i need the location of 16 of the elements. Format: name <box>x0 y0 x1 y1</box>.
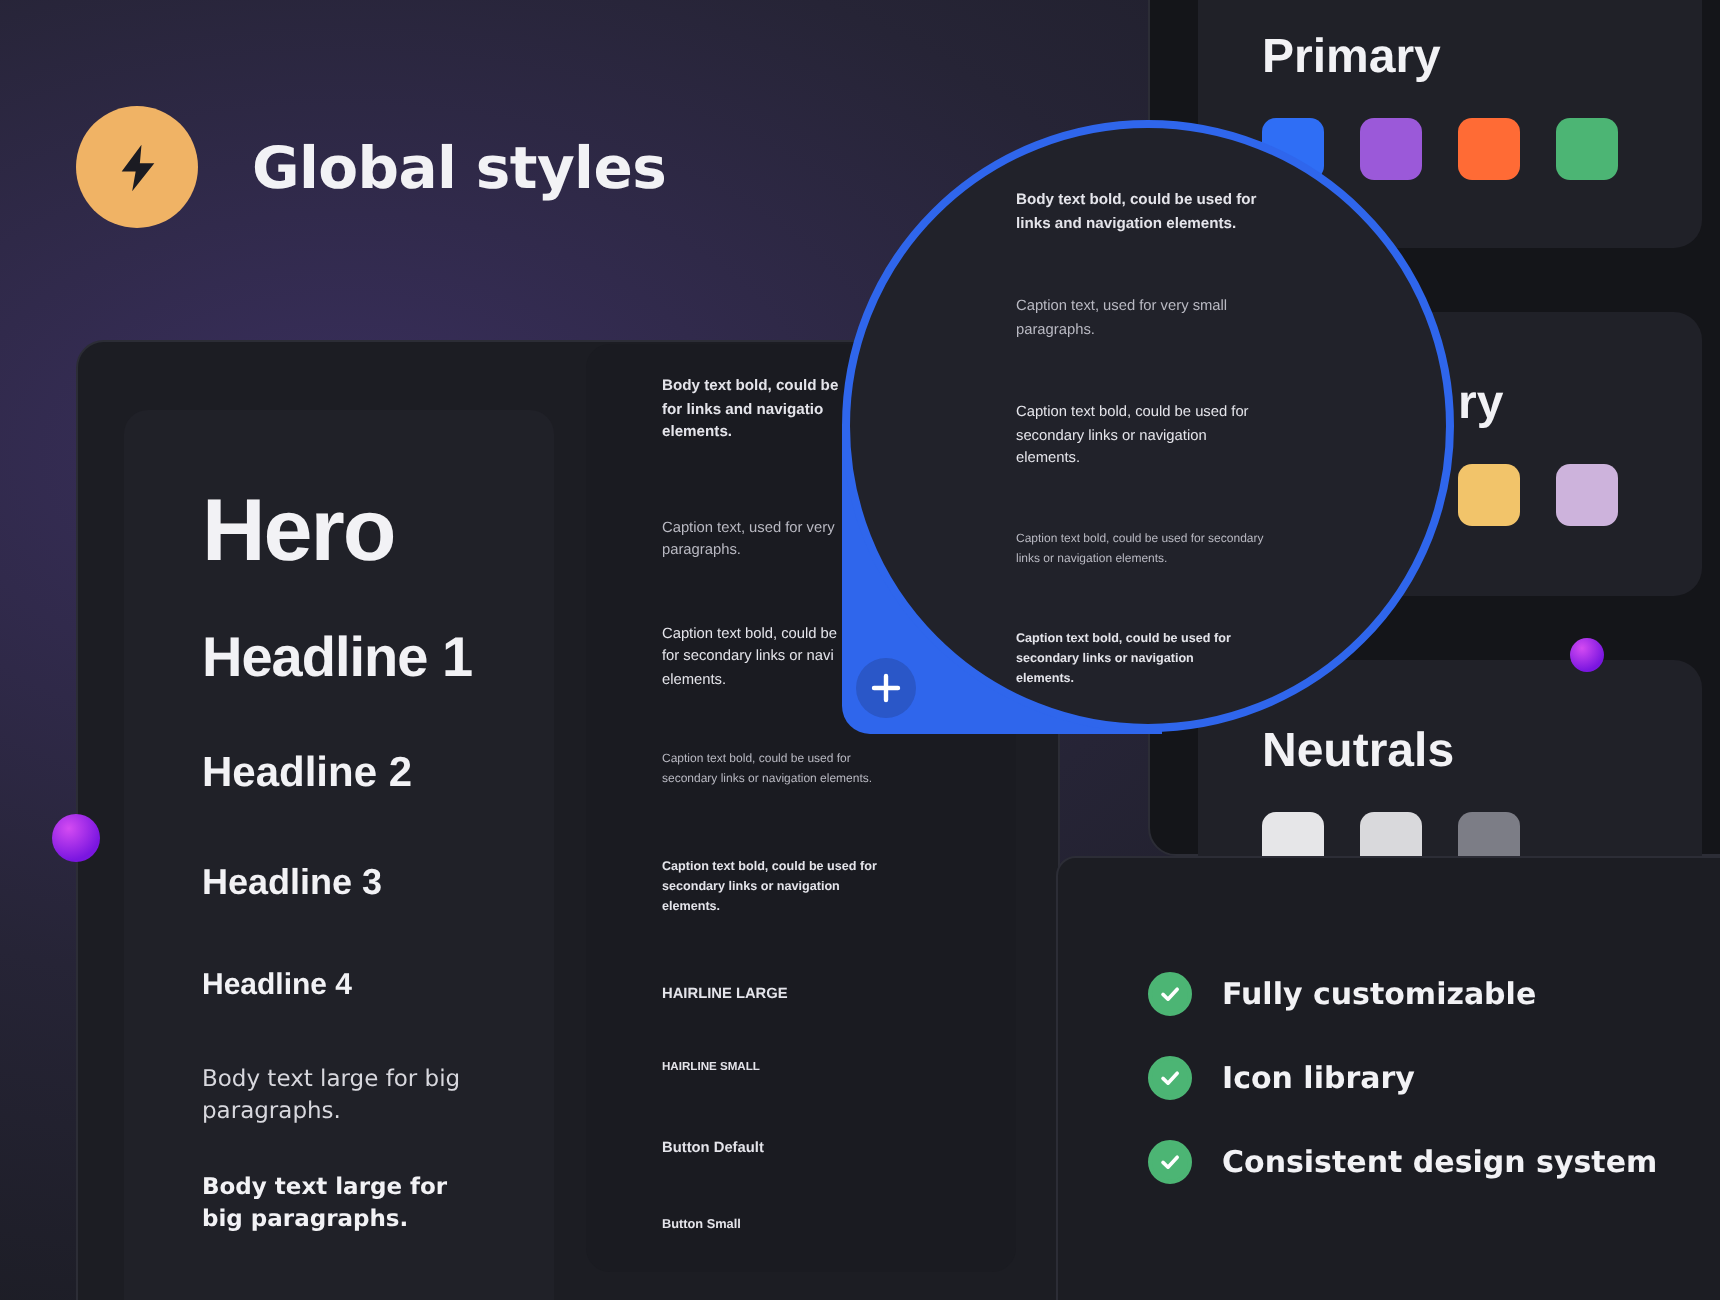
palette-title: Neutrals <box>1262 724 1457 780</box>
feature-label: Consistent design system <box>1222 1144 1658 1180</box>
headline-text: Headline 4 <box>202 968 355 1002</box>
plus-icon <box>870 672 902 704</box>
headline-text: Headline 1 <box>202 626 475 690</box>
feature-label: Fully customizable <box>1222 976 1537 1012</box>
palette-title: Primary <box>1262 30 1443 86</box>
sphere-decoration <box>52 814 100 862</box>
headline-text: Headline 3 <box>202 862 385 904</box>
headline-text: Headline 2 <box>202 750 415 798</box>
body-text: Body text large for big paragraphs. <box>202 1062 463 1126</box>
body-text: Body text large for big paragraphs. <box>202 1170 450 1234</box>
feature-label: Icon library <box>1222 1060 1415 1096</box>
page-title: Global styles <box>252 133 667 201</box>
hero-text: Hero <box>202 482 397 582</box>
palette-title: ry <box>1456 376 1506 432</box>
